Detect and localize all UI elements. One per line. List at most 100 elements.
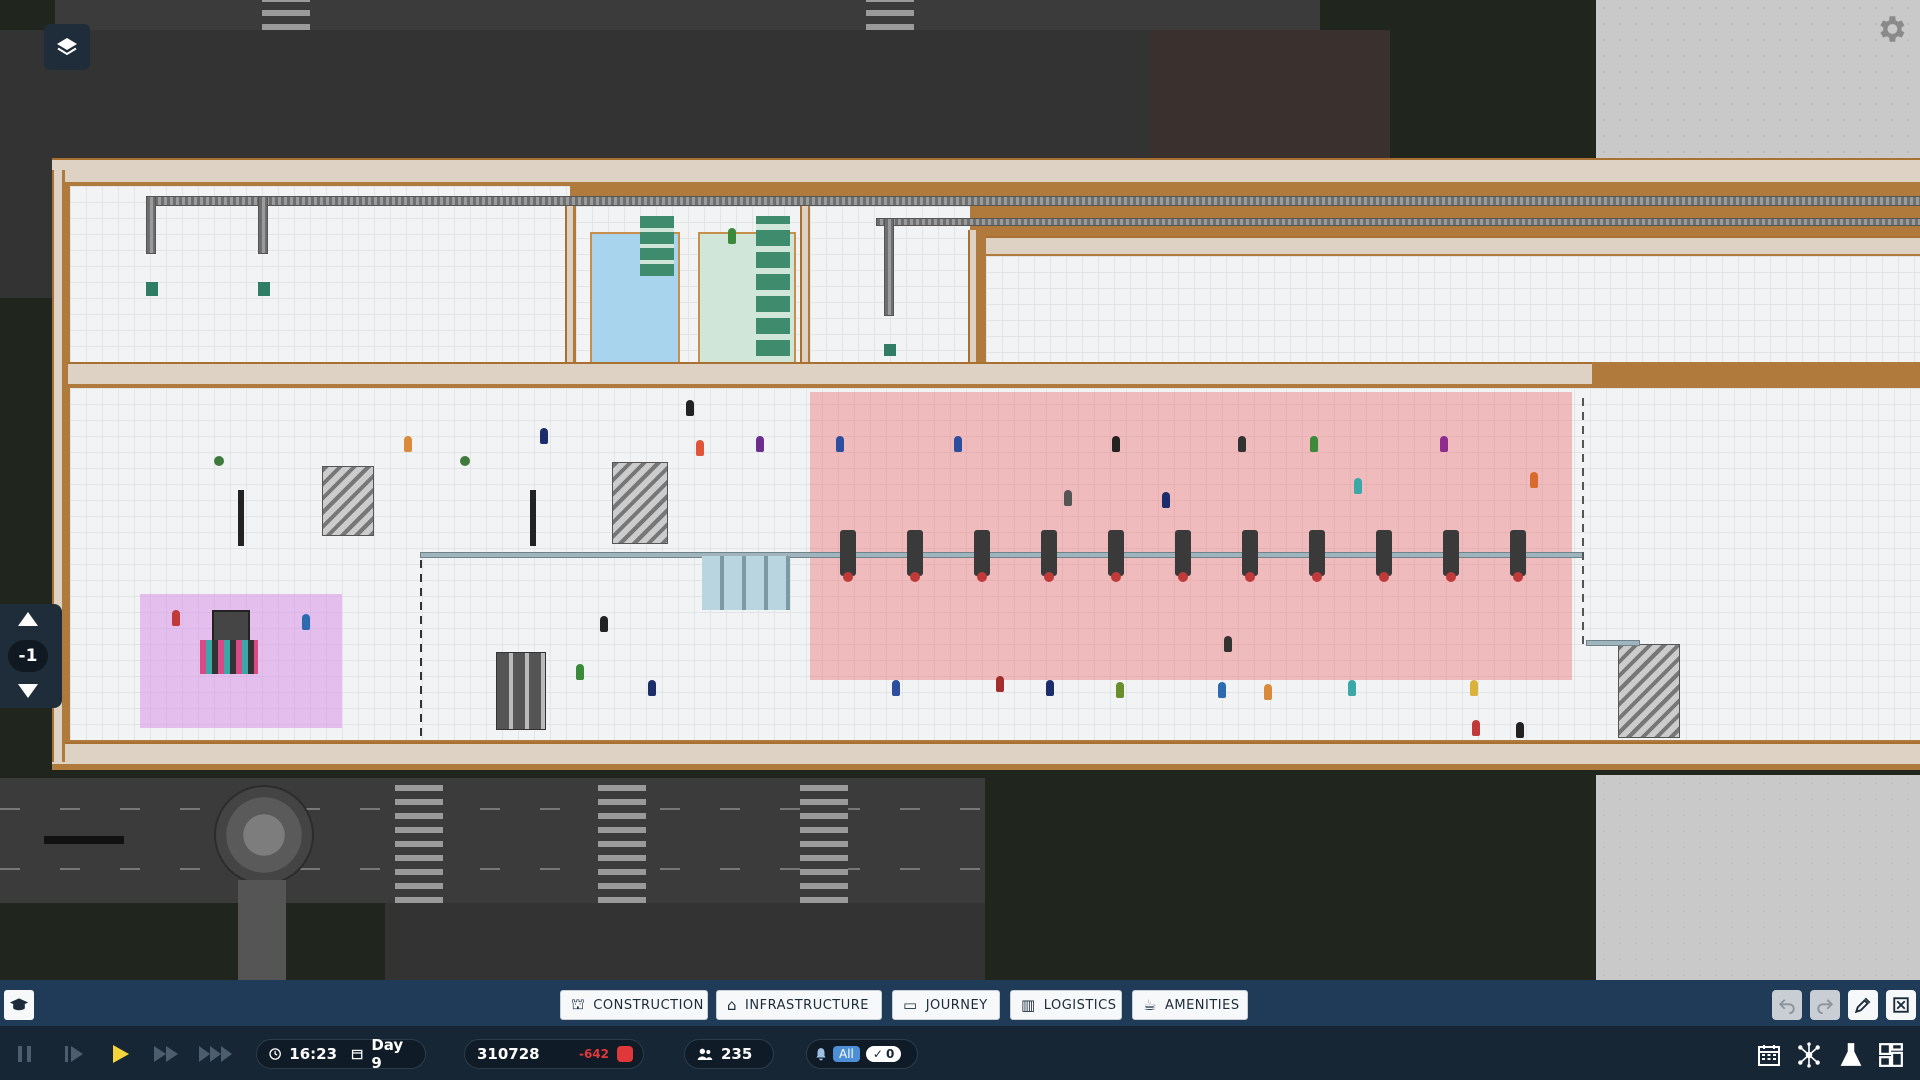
passenger[interactable] [756, 436, 764, 452]
info-pillar[interactable] [238, 490, 244, 546]
building-icon: ⌂ [727, 996, 738, 1014]
passenger[interactable] [728, 228, 736, 244]
passenger[interactable] [954, 436, 962, 452]
security-scanner[interactable] [1175, 530, 1191, 582]
passenger[interactable] [996, 676, 1004, 692]
pause-icon [18, 1046, 31, 1062]
passenger[interactable] [1162, 492, 1170, 508]
passenger[interactable] [540, 428, 548, 444]
passenger[interactable] [1264, 684, 1272, 700]
passenger[interactable] [1116, 682, 1124, 698]
passenger[interactable] [1348, 680, 1356, 696]
play-button[interactable] [106, 1040, 134, 1068]
redo-button[interactable] [1810, 990, 1840, 1020]
passenger[interactable] [648, 680, 656, 696]
security-scanner[interactable] [840, 530, 856, 582]
passenger[interactable] [892, 680, 900, 696]
passenger[interactable] [1516, 722, 1524, 738]
passenger[interactable] [1238, 436, 1246, 452]
security-scanner[interactable] [1242, 530, 1258, 582]
pause-button[interactable] [12, 1040, 38, 1068]
passenger[interactable] [686, 400, 694, 416]
security-scanner[interactable] [1309, 530, 1325, 582]
check-chip[interactable]: ✓ 0 [865, 1046, 902, 1062]
info-pillar[interactable] [530, 490, 536, 546]
escalator[interactable] [612, 462, 668, 544]
floor-down-icon[interactable] [18, 684, 38, 698]
elevator[interactable] [496, 652, 546, 730]
apron-top [1596, 0, 1920, 158]
upper-road [55, 0, 1320, 30]
floor-level-label: -1 [8, 640, 48, 672]
passenger[interactable] [1224, 636, 1232, 652]
calendar-button[interactable] [1754, 1040, 1784, 1070]
passenger[interactable] [1530, 472, 1538, 488]
filter-all-chip[interactable]: All [833, 1046, 860, 1062]
plant[interactable] [460, 456, 470, 466]
baggage-belt[interactable] [258, 196, 268, 254]
baggage-belt[interactable] [148, 196, 1920, 206]
passenger[interactable] [696, 440, 704, 456]
passenger[interactable] [1112, 436, 1120, 452]
undo-icon [1778, 999, 1795, 1014]
education-button[interactable] [4, 990, 34, 1020]
layers-button[interactable] [44, 24, 90, 70]
check-in-desks[interactable] [702, 556, 790, 610]
undo-button[interactable] [1772, 990, 1802, 1020]
security-scanner[interactable] [1108, 530, 1124, 582]
settings-button[interactable] [1874, 12, 1908, 46]
construction-button[interactable]: ⛫ CONSTRUCTION [560, 990, 708, 1020]
passenger-count[interactable]: 235 [684, 1039, 774, 1069]
passenger[interactable] [1046, 680, 1054, 696]
people-icon [697, 1048, 713, 1060]
bulldoze-button[interactable] [1886, 990, 1916, 1020]
security-scanner[interactable] [974, 530, 990, 582]
floor-up-icon[interactable] [18, 612, 38, 626]
infrastructure-button[interactable]: ⌂ INFRASTRUCTURE [716, 990, 882, 1020]
fastest-button[interactable] [196, 1040, 236, 1068]
passenger[interactable] [1354, 478, 1362, 494]
infrastructure-label: INFRASTRUCTURE [745, 997, 869, 1013]
baggage-belt[interactable] [876, 218, 1920, 226]
research-button[interactable] [1836, 1040, 1866, 1070]
escalator[interactable] [1618, 644, 1680, 738]
passenger[interactable] [600, 616, 608, 632]
bag-drop[interactable] [884, 344, 896, 356]
logistics-button[interactable]: ▥ LOGISTICS [1010, 990, 1122, 1020]
bag-drop[interactable] [258, 282, 270, 296]
fast-forward-button[interactable] [150, 1040, 182, 1068]
passenger[interactable] [172, 610, 180, 626]
amenities-button[interactable]: ☕ AMENITIES [1132, 990, 1248, 1020]
step-button[interactable] [60, 1040, 88, 1068]
passenger[interactable] [1470, 680, 1478, 696]
passenger[interactable] [1064, 490, 1072, 506]
baggage-belt[interactable] [884, 218, 894, 316]
passenger[interactable] [836, 436, 844, 452]
journey-button[interactable]: ▭ JOURNEY [892, 990, 1000, 1020]
passenger[interactable] [1472, 720, 1480, 736]
money-display[interactable]: 310728 -642 [464, 1039, 644, 1069]
bag-drop[interactable] [146, 282, 158, 296]
wall [565, 198, 576, 362]
passenger[interactable] [404, 436, 412, 452]
security-scanner[interactable] [1041, 530, 1057, 582]
security-scanner[interactable] [1376, 530, 1392, 582]
passenger[interactable] [302, 614, 310, 630]
passenger[interactable] [1440, 436, 1448, 452]
network-button[interactable] [1794, 1040, 1824, 1070]
baggage-belt[interactable] [146, 196, 156, 254]
passenger[interactable] [576, 664, 584, 680]
escalator[interactable] [322, 466, 374, 536]
control-tower[interactable] [214, 785, 314, 885]
plant[interactable] [214, 456, 224, 466]
security-scanner[interactable] [1510, 530, 1526, 582]
passenger[interactable] [1310, 436, 1318, 452]
security-scanner[interactable] [1443, 530, 1459, 582]
security-scanner[interactable] [907, 530, 923, 582]
overview-button[interactable] [1876, 1040, 1906, 1070]
terminal-wall-interior [68, 362, 1592, 388]
notification-filter[interactable]: All ✓ 0 [806, 1039, 918, 1069]
clock-display[interactable]: 16:23 Day 9 [256, 1036, 426, 1072]
passenger[interactable] [1218, 682, 1226, 698]
pipette-button[interactable] [1848, 990, 1878, 1020]
